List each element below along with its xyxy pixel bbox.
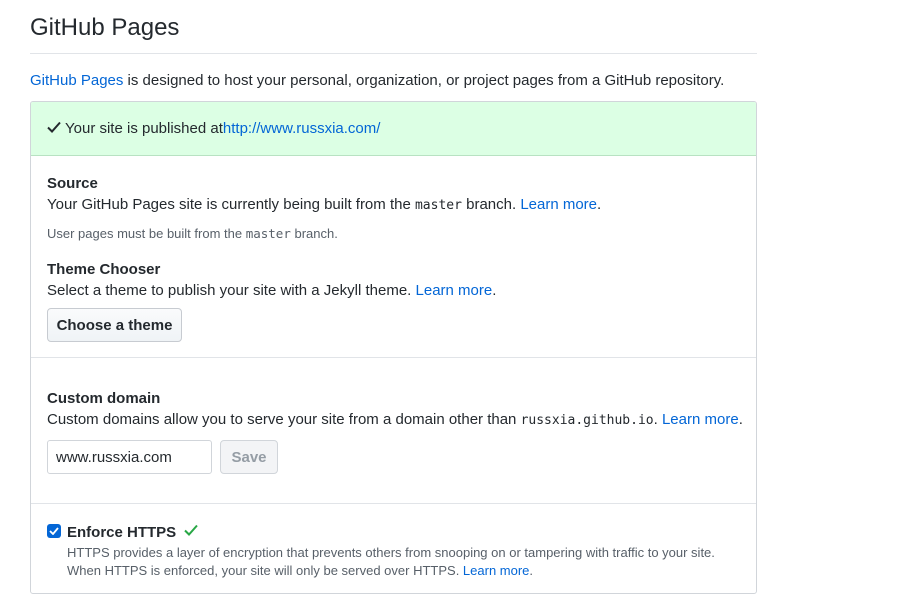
enforce-https-checkbox[interactable] bbox=[47, 524, 61, 538]
github-pages-link[interactable]: GitHub Pages bbox=[30, 72, 123, 89]
domain-text: Custom domains allow you to serve your s… bbox=[47, 411, 521, 428]
note-text: User pages must be built from the bbox=[47, 226, 246, 241]
source-note: User pages must be built from the master… bbox=[47, 226, 338, 241]
https-description: HTTPS provides a layer of encryption tha… bbox=[67, 544, 715, 580]
note-text-after: branch. bbox=[290, 226, 338, 241]
domain-text-after: . bbox=[653, 411, 662, 428]
theme-chooser-heading: Theme Chooser bbox=[47, 261, 161, 278]
source-text: Your GitHub Pages site is currently bein… bbox=[47, 196, 415, 213]
save-button[interactable]: Save bbox=[220, 440, 278, 474]
check-icon bbox=[47, 120, 61, 137]
source-heading: Source bbox=[47, 175, 98, 192]
domain-period: . bbox=[738, 411, 743, 428]
custom-domain-input[interactable] bbox=[47, 440, 212, 474]
custom-domain-description: Custom domains allow you to serve your s… bbox=[47, 411, 743, 428]
https-desc-text: When HTTPS is enforced, your site will o… bbox=[67, 563, 463, 578]
source-text-after: branch. bbox=[461, 196, 521, 213]
branch-name: master bbox=[414, 198, 462, 213]
choose-theme-button[interactable]: Choose a theme bbox=[47, 308, 182, 342]
theme-text: Select a theme to publish your site with… bbox=[47, 282, 416, 299]
https-label-text: Enforce HTTPS bbox=[67, 523, 177, 541]
domain-learn-more-link[interactable]: Learn more bbox=[662, 411, 739, 428]
https-period: . bbox=[529, 563, 534, 578]
intro-text: is designed to host your personal, organ… bbox=[123, 72, 725, 89]
published-flash: Your site is published at http://www.rus… bbox=[31, 102, 756, 156]
https-desc-line2: When HTTPS is enforced, your site will o… bbox=[67, 562, 715, 580]
title-divider bbox=[30, 53, 757, 54]
enforce-https-section: Enforce HTTPS HTTPS provides a layer of … bbox=[31, 504, 756, 593]
page-title: GitHub Pages bbox=[30, 14, 180, 41]
enforce-https-label: Enforce HTTPS bbox=[67, 523, 198, 541]
https-desc-line1: HTTPS provides a layer of encryption tha… bbox=[67, 545, 715, 560]
site-url-link[interactable]: http://www.russxia.com/ bbox=[223, 120, 381, 137]
custom-domain-heading: Custom domain bbox=[47, 390, 161, 407]
intro-paragraph: GitHub Pages is designed to host your pe… bbox=[30, 72, 724, 89]
custom-domain-section: Custom domain Custom domains allow you t… bbox=[31, 358, 756, 504]
source-and-theme-section: Source Your GitHub Pages site is current… bbox=[31, 156, 756, 358]
theme-description: Select a theme to publish your site with… bbox=[47, 282, 496, 299]
note-branch-name: master bbox=[245, 226, 291, 241]
theme-period: . bbox=[492, 282, 497, 299]
theme-learn-more-link[interactable]: Learn more bbox=[416, 282, 493, 299]
https-learn-more-link[interactable]: Learn more bbox=[463, 563, 529, 578]
pages-settings-box: Your site is published at http://www.rus… bbox=[30, 101, 757, 594]
source-learn-more-link[interactable]: Learn more bbox=[520, 196, 597, 213]
published-text: Your site is published at bbox=[65, 120, 223, 137]
default-domain: russxia.github.io bbox=[520, 413, 654, 428]
source-period: . bbox=[597, 196, 602, 213]
check-icon bbox=[184, 523, 198, 541]
source-description: Your GitHub Pages site is currently bein… bbox=[47, 196, 601, 213]
